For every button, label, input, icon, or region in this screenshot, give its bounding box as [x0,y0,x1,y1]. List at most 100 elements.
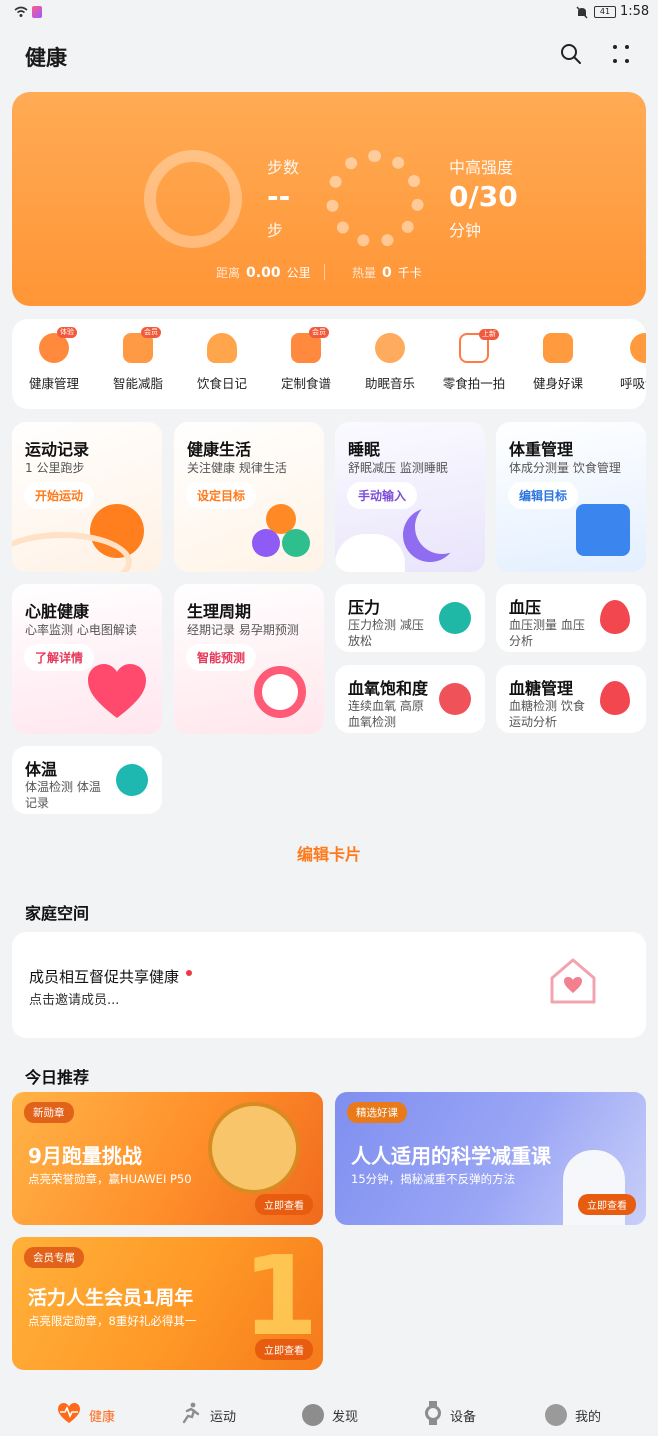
view-now-button[interactable]: 立即查看 [255,1339,313,1360]
card-weight-management[interactable]: 体重管理 体成分测量 饮食管理 编辑目标 [496,422,646,572]
heart-pulse-icon [57,1402,81,1428]
status-bar: 41 1:58 [0,0,658,28]
banner-running-challenge[interactable]: 新勋章 9月跑量挑战 点亮荣誉勋章，赢HUAWEI P50 立即查看 [12,1092,323,1225]
steps-unit: 步 [267,221,284,240]
steps-value: -- [267,180,291,213]
card-blood-oxygen[interactable]: 血氧饱和度 连续血氧 高原 血氧检测 [335,665,485,733]
banner-weight-loss-course[interactable]: 精选好课 人人适用的科学减重课 15分钟，揭秘减重不反弹的方法 立即查看 [335,1092,646,1225]
card-body-temperature[interactable]: 体温 体温检测 体温 记录 [12,746,162,814]
stress-person-icon [439,602,471,634]
cloud-decoration [335,534,405,572]
card-subtitle: 心率监测 心电图解读 [25,623,137,637]
more-grid-icon[interactable] [610,43,632,65]
intensity-unit: 分钟 [449,221,482,240]
medal-icon [208,1102,300,1194]
shortcut-strip[interactable]: 体验健康管理 会员 智能减脂 饮食日记 会员定制食谱 助眠音乐 上新 零食拍一拍 健… [12,319,646,409]
edit-cards-link[interactable]: 编辑卡片 [0,841,658,865]
nav-exercise[interactable]: 运动 [180,1402,236,1428]
avatar-icon [545,1404,567,1426]
banner-title: 9月跑量挑战 [28,1144,142,1168]
watch-icon [424,1401,442,1429]
nav-discover[interactable]: 发现 [302,1402,358,1428]
shortcut-breathing[interactable]: 呼吸训 [600,333,646,392]
shortcut-sleep-music[interactable]: 助眠音乐 [348,333,432,392]
nav-health[interactable]: 健康 [57,1402,115,1428]
manual-input-button[interactable]: 手动输入 [347,482,418,509]
number-one-graphic: 1 [242,1237,319,1360]
life-dot-purple [252,529,280,557]
card-subtitle: 舒眠减压 监测睡眠 [348,461,448,475]
app-header: 健康 [0,28,658,84]
red-dot-badge [186,970,193,976]
shortcut-label: 健身好课 [532,376,583,391]
smart-predict-button[interactable]: 智能预测 [186,644,257,671]
view-now-button[interactable]: 立即查看 [255,1194,313,1215]
card-blood-pressure[interactable]: 血压 血压测量 血压 分析 [496,584,646,652]
subtitle-line: 连续血氧 高原 [348,699,424,713]
mute-bell-icon [576,6,588,19]
card-healthy-life[interactable]: 健康生活 关注健康 规律生活 设定目标 [174,422,324,572]
shortcut-food-diary[interactable]: 饮食日记 [180,333,264,392]
card-stress[interactable]: 压力 压力检测 减压 放松 [335,584,485,652]
shortcut-label: 健康管理 [28,376,79,391]
battery-icon: 41 [594,6,616,18]
steps-label: 步数 [267,158,300,177]
distance-label: 距离 [216,266,241,280]
card-title: 血糖管理 [509,679,574,698]
card-exercise-record[interactable]: 运动记录 1 公里跑步 开始运动 [12,422,162,572]
learn-more-button[interactable]: 了解详情 [24,644,95,671]
calorie-unit: 千卡 [397,266,422,280]
recipe-icon: 会员 [291,327,329,363]
planet-icon [302,1404,324,1426]
music-note-icon [375,333,405,363]
search-icon[interactable] [560,43,582,65]
view-now-button[interactable]: 立即查看 [578,1194,636,1215]
blood-drop-icon [600,600,630,634]
thermometer-icon [116,764,148,796]
shortcut-snack-scan[interactable]: 上新 零食拍一拍 [432,329,516,392]
card-menstrual-cycle[interactable]: 生理周期 经期记录 易孕期预测 智能预测 [174,584,324,734]
set-goal-button[interactable]: 设定目标 [186,482,257,509]
badge: 会员 [141,327,161,338]
health-management-icon: 体验 [39,327,77,363]
card-blood-glucose[interactable]: 血糖管理 血糖检测 饮食 运动分析 [496,665,646,733]
start-exercise-button[interactable]: 开始运动 [24,482,95,509]
banner-subtitle: 点亮限定勋章，8重好礼必得其一 [28,1314,197,1328]
activity-summary-card[interactable]: 步数 -- 步 中高强度 0/30 分钟 距离 0.00 公里 热量 0 千卡 [12,92,646,306]
distance-unit: 公里 [286,266,311,280]
shortcut-fitness-course[interactable]: 健身好课 [516,333,600,392]
family-invite-card[interactable]: 成员相互督促共享健康 点击邀请成员... [12,932,646,1038]
banner-member-anniversary[interactable]: 会员专属 活力人生会员1周年 点亮限定勋章，8重好礼必得其一 1 立即查看 [12,1237,323,1370]
house-heart-icon [542,950,604,1012]
nav-label: 我的 [575,1409,602,1425]
shortcut-custom-recipe[interactable]: 会员定制食谱 [264,327,348,392]
card-heart-health[interactable]: 心脏健康 心率监测 心电图解读 了解详情 [12,584,162,734]
card-subtitle: 体成分测量 饮食管理 [509,461,621,475]
nav-label: 设备 [450,1409,477,1425]
card-subtitle: 血糖检测 饮食 运动分析 [509,698,585,730]
food-bowl-icon [207,333,237,363]
shortcut-label: 零食拍一拍 [442,376,506,391]
nav-device[interactable]: 设备 [424,1401,477,1429]
edit-goal-button[interactable]: 编辑目标 [508,482,579,509]
play-course-icon [543,333,573,363]
nav-me[interactable]: 我的 [545,1402,601,1428]
app-notification-icon [32,6,42,18]
badge: 会员 [309,327,329,338]
shortcut-health-management[interactable]: 体验健康管理 [12,327,96,392]
card-title: 体温 [25,760,58,779]
distance-stat: 距离 0.00 公里 [216,264,311,281]
subtitle-line: 压力检测 减压 [348,618,424,632]
intensity-label: 中高强度 [449,158,514,177]
card-subtitle: 压力检测 减压 放松 [348,617,424,649]
card-sleep[interactable]: 睡眠 舒眠减压 监测睡眠 手动输入 [335,422,485,572]
subtitle-line: 体温检测 体温 [25,780,101,794]
scale-icon [576,504,630,556]
calorie-stat: 热量 0 千卡 [352,264,422,281]
shortcut-label: 呼吸训 [620,376,646,391]
shortcut-label: 定制食谱 [280,376,331,391]
nav-label: 运动 [210,1409,237,1425]
wifi-icon [14,6,28,18]
shortcut-smart-fat-loss[interactable]: 会员 智能减脂 [96,327,180,392]
family-headline-text: 成员相互督促共享健康 [29,968,180,986]
